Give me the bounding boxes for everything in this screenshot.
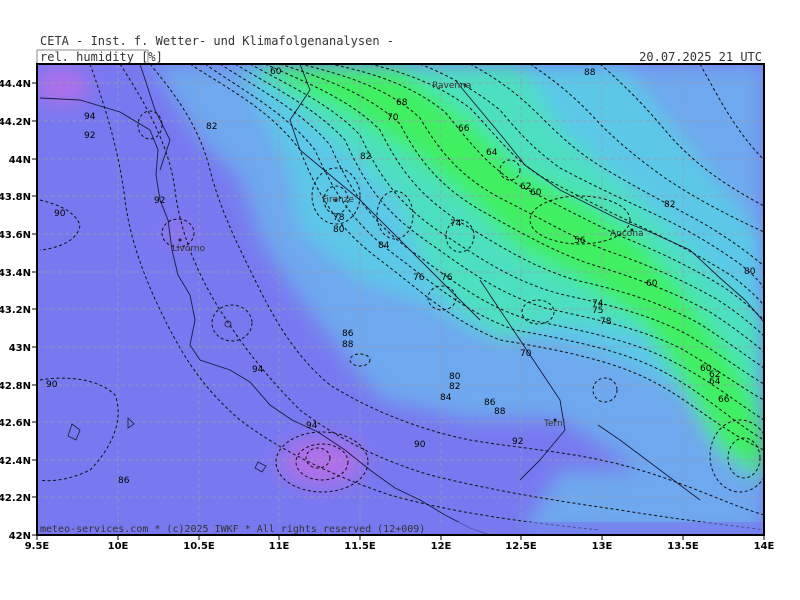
contour-label: 82 bbox=[360, 152, 371, 162]
contour-label: 64 bbox=[486, 148, 498, 158]
x-tick-label: 14E bbox=[754, 541, 775, 552]
city-livorno: Livorno bbox=[172, 244, 206, 254]
field-spot-95-south bbox=[280, 438, 364, 486]
contour-label: 90 bbox=[414, 440, 426, 450]
contour-label: 56 bbox=[574, 236, 586, 246]
y-tick-label: 42.4N bbox=[0, 456, 31, 467]
contour-label: 92 bbox=[154, 196, 165, 206]
y-tick-label: 44.4N bbox=[0, 79, 31, 90]
contour-label: 78 bbox=[333, 213, 345, 223]
contour-label: 60 bbox=[646, 279, 658, 289]
x-tick-labels: 9.5E 10E 10.5E 11E 11.5E 12E 12.5E 13E 1… bbox=[25, 541, 775, 552]
humidity-field: Ravenna Firenze Livorno Ancona Terni 60 … bbox=[37, 64, 764, 535]
y-tick-label: 43.2N bbox=[0, 305, 31, 316]
y-tick-label: 43.6N bbox=[0, 230, 31, 241]
parameter-box bbox=[36, 49, 149, 65]
contour-label: 94 bbox=[252, 365, 264, 375]
contour-label: 75 bbox=[592, 306, 603, 316]
x-tick-label: 13E bbox=[592, 541, 613, 552]
contour-label: 88 bbox=[342, 340, 354, 350]
y-tick-label: 44.2N bbox=[0, 117, 31, 128]
x-tick-label: 11.5E bbox=[344, 541, 376, 552]
contour-label: 68 bbox=[396, 98, 408, 108]
y-tick-label: 43N bbox=[9, 343, 31, 354]
x-tick-label: 10E bbox=[108, 541, 129, 552]
city-firenze: Firenze bbox=[322, 195, 354, 205]
contour-label: 76 bbox=[441, 273, 453, 283]
contour-label: 84 bbox=[440, 393, 452, 403]
x-tick-label: 12.5E bbox=[505, 541, 537, 552]
contour-label: 84 bbox=[378, 241, 390, 251]
y-tick-label: 43.8N bbox=[0, 192, 31, 203]
contour-label: 82 bbox=[206, 122, 217, 132]
contour-label: 86 bbox=[342, 329, 354, 339]
contour-label: 94 bbox=[84, 112, 96, 122]
footer-credit: meteo-services.com * (c)2025 IWKF * All … bbox=[40, 524, 425, 535]
contour-label: 64 bbox=[709, 377, 721, 387]
y-tick-label: 42N bbox=[9, 531, 31, 542]
city-terni: Terni bbox=[543, 419, 565, 429]
contour-label: 90 bbox=[54, 209, 66, 219]
contour-label: 92 bbox=[84, 131, 95, 141]
contour-label: 90 bbox=[46, 380, 58, 390]
contour-label: 66 bbox=[458, 124, 470, 134]
contour-label: 94 bbox=[306, 421, 318, 431]
contour-label: 88 bbox=[584, 68, 596, 78]
contour-label: 70 bbox=[520, 349, 532, 359]
city-ravenna: Ravenna bbox=[432, 81, 471, 91]
contour-label: 70 bbox=[387, 113, 399, 123]
y-tick-label: 42.8N bbox=[0, 381, 31, 392]
x-tick-label: 9.5E bbox=[25, 541, 50, 552]
contour-label: 60 bbox=[530, 188, 542, 198]
x-tick-label: 10.5E bbox=[183, 541, 215, 552]
city-ancona: Ancona bbox=[610, 229, 644, 239]
field-spot-95-livorno bbox=[168, 225, 188, 241]
x-tick-label: 13.5E bbox=[667, 541, 699, 552]
x-tick-label: 11E bbox=[269, 541, 290, 552]
y-tick-labels: 44.4N 44.2N 44N 43.8N 43.6N 43.4N 43.2N … bbox=[0, 79, 31, 542]
y-tick-label: 43.4N bbox=[0, 268, 31, 279]
contour-label: 80 bbox=[333, 225, 345, 235]
contour-label: 80 bbox=[449, 372, 461, 382]
contour-label: 82 bbox=[664, 200, 675, 210]
y-tick-label: 42.6N bbox=[0, 418, 31, 429]
y-tick-label: 42.2N bbox=[0, 493, 31, 504]
y-tick-label: 44N bbox=[9, 155, 31, 166]
contour-label: 78 bbox=[600, 317, 612, 327]
contour-label: 88 bbox=[494, 407, 506, 417]
contour-label: 60 bbox=[270, 67, 282, 77]
contour-label: 76 bbox=[413, 273, 425, 283]
contour-label: 86 bbox=[118, 476, 130, 486]
contour-label: 66 bbox=[718, 395, 730, 405]
contour-label: 80 bbox=[744, 267, 756, 277]
x-tick-label: 12E bbox=[431, 541, 452, 552]
humidity-map: Ravenna Firenze Livorno Ancona Terni 60 … bbox=[0, 49, 775, 552]
contour-label: 82 bbox=[449, 382, 460, 392]
contour-label: 92 bbox=[512, 437, 523, 447]
contour-label: 74 bbox=[450, 219, 462, 229]
field-spot-95-nw bbox=[37, 68, 90, 104]
